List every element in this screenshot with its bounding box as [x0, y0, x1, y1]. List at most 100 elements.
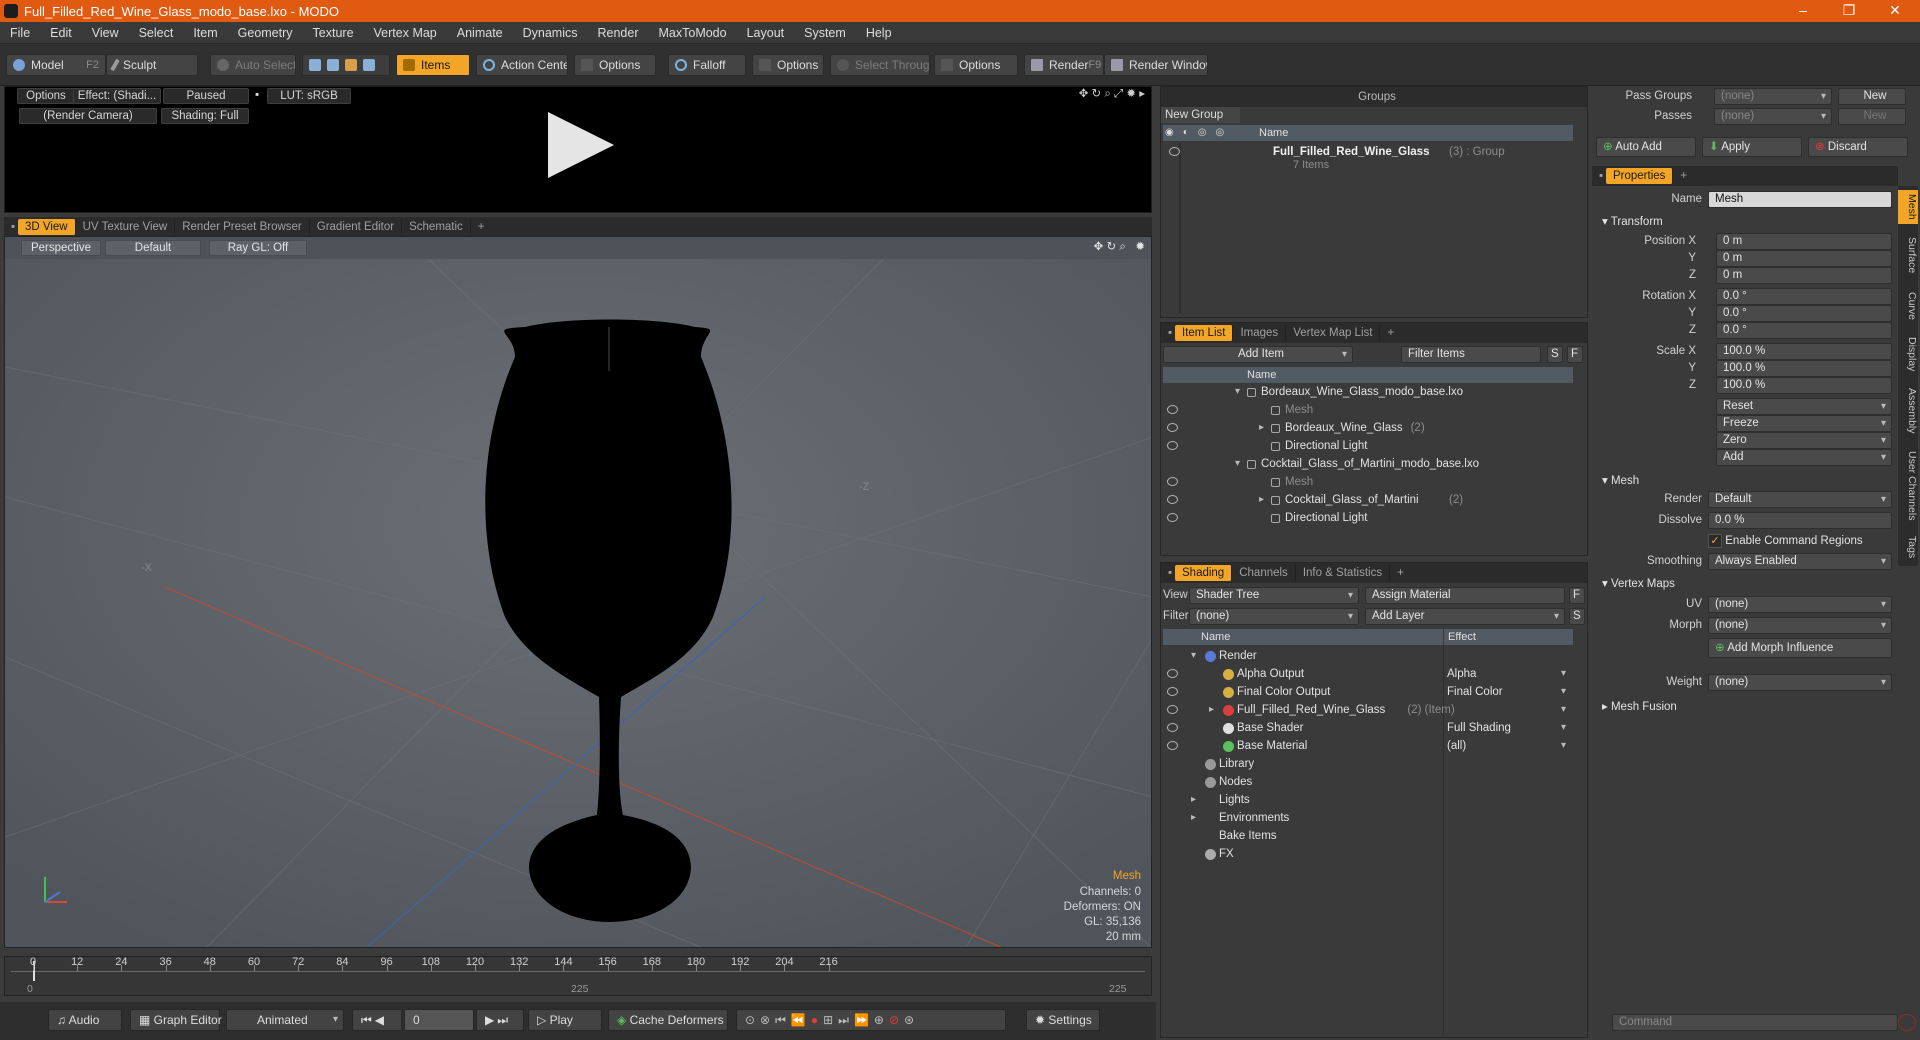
panel-menu-icon[interactable]: ▪: [1161, 565, 1175, 581]
visibility-eye-icon[interactable]: [1167, 669, 1178, 678]
vtab-tags[interactable]: Tags: [1898, 532, 1918, 562]
shader-tree-row[interactable]: Nodes: [1161, 773, 1571, 791]
expand-arrow-icon[interactable]: ▸: [1191, 809, 1196, 827]
menu-animate[interactable]: Animate: [447, 26, 513, 40]
add-layer-dropdown[interactable]: Add Layer: [1365, 608, 1565, 625]
menu-help[interactable]: Help: [856, 26, 902, 40]
tab-images[interactable]: Images: [1233, 325, 1287, 341]
tab-gradient-editor[interactable]: Gradient Editor: [310, 219, 403, 235]
assign-material-button[interactable]: Assign Material: [1365, 587, 1565, 604]
graph-editor-button[interactable]: ▦ Graph Editor: [130, 1009, 222, 1031]
play-icon[interactable]: [548, 112, 614, 178]
mesh-fusion-section[interactable]: ▸ Mesh Fusion: [1602, 699, 1677, 713]
weight-dropdown[interactable]: (none): [1708, 674, 1892, 691]
shader-tree-row[interactable]: ▸ Full_Filled_Red_Wine_Glass (2) (Item) ▾: [1161, 701, 1571, 719]
passes-dropdown[interactable]: (none): [1714, 108, 1832, 125]
auto-add-button[interactable]: ⊕ Auto Add: [1596, 137, 1696, 157]
visibility-eye-icon[interactable]: [1167, 405, 1178, 414]
close-button[interactable]: ✕: [1872, 0, 1918, 22]
item-list-row[interactable]: ▾ Cocktail_Glass_of_Martini_modo_base.lxo: [1161, 455, 1571, 473]
cache-deformers-button[interactable]: ◈ Cache Deformers: [608, 1009, 728, 1031]
dissolve-input[interactable]: 0.0 %: [1708, 512, 1892, 529]
shader-tree-row[interactable]: Final Color Output Final Color ▾: [1161, 683, 1571, 701]
sculpt-mode-button[interactable]: Sculpt: [106, 54, 198, 76]
select-through-button[interactable]: Select Through: [830, 54, 930, 76]
expand-arrow-icon[interactable]: ▸: [1259, 419, 1264, 437]
tab-render-preset-browser[interactable]: Render Preset Browser: [175, 219, 310, 235]
uv-dropdown[interactable]: (none): [1708, 596, 1892, 613]
render-camera-dropdown[interactable]: (Render Camera): [19, 108, 157, 124]
shading-f-button[interactable]: F: [1569, 587, 1585, 604]
audio-button[interactable]: ♫ Audio: [48, 1009, 122, 1031]
item-list-s-button[interactable]: S: [1547, 346, 1563, 363]
preview-options-button[interactable]: Options: [17, 88, 75, 104]
action-center-button[interactable]: Action Center: [476, 54, 568, 76]
item-list-row[interactable]: Mesh: [1161, 401, 1571, 419]
visibility-eye-icon[interactable]: [1169, 147, 1180, 156]
vtab-display[interactable]: Display: [1898, 330, 1918, 378]
effect-dropdown-arrow-icon[interactable]: ▾: [1561, 701, 1566, 719]
menu-layout[interactable]: Layout: [737, 26, 795, 40]
new-pass-button[interactable]: New: [1838, 108, 1906, 125]
lut-dropdown[interactable]: LUT: sRGB: [267, 88, 351, 104]
position-y-input[interactable]: 0 m: [1716, 250, 1892, 267]
panel-menu-icon[interactable]: ▪: [1161, 325, 1175, 341]
timeline[interactable]: 0 12 24 36 48 60 72 84 96 108 120 132 144 156 168 180 19…: [4, 956, 1152, 996]
preview-effect-dropdown[interactable]: Effect: (Shadi...: [73, 88, 161, 104]
item-list-row[interactable]: Mesh: [1161, 473, 1571, 491]
effect-dropdown-arrow-icon[interactable]: ▾: [1561, 719, 1566, 737]
shader-tree-row[interactable]: ▸ Environments: [1161, 809, 1571, 827]
vertices-mode-icon[interactable]: [309, 59, 321, 71]
item-list-row[interactable]: ▾ Bordeaux_Wine_Glass_modo_base.lxo: [1161, 383, 1571, 401]
tab-channels[interactable]: Channels: [1232, 565, 1296, 581]
visibility-eye-icon[interactable]: [1167, 723, 1178, 732]
tab-item-list[interactable]: Item List: [1175, 325, 1234, 341]
menu-item[interactable]: Item: [183, 26, 227, 40]
shader-tree-row[interactable]: ▸ Lights: [1161, 791, 1571, 809]
morph-dropdown[interactable]: (none): [1708, 617, 1892, 634]
rotation-y-input[interactable]: 0.0 °: [1716, 305, 1892, 322]
menu-edit[interactable]: Edit: [40, 26, 82, 40]
edges-mode-icon[interactable]: [327, 59, 339, 71]
vtab-assembly[interactable]: Assembly: [1898, 382, 1918, 440]
materials-mode-icon[interactable]: [363, 59, 375, 71]
shader-tree-row[interactable]: Bake Items: [1161, 827, 1571, 845]
transport-skip-forward-icons[interactable]: ▶⏭: [476, 1009, 524, 1031]
menu-maxtomodo[interactable]: MaxToModo: [649, 26, 737, 40]
expand-arrow-icon[interactable]: ▾: [1235, 383, 1240, 401]
add-tab-button[interactable]: +: [1673, 168, 1694, 184]
tab-3d-view[interactable]: 3D View: [18, 219, 76, 235]
raygl-toggle[interactable]: Ray GL: Off: [209, 240, 307, 256]
group-row[interactable]: Full_Filled_Red_Wine_Glass (3) : Group: [1163, 143, 1573, 161]
key-tools-icons[interactable]: ⊙⊗⏮⏪●⊞⏭⏩⊕⊘⊛: [736, 1009, 1006, 1031]
visibility-eye-icon[interactable]: [1167, 741, 1178, 750]
menu-system[interactable]: System: [794, 26, 856, 40]
restore-button[interactable]: ❐: [1826, 0, 1872, 22]
tab-vertex-map-list[interactable]: Vertex Map List: [1286, 325, 1381, 341]
menu-vertex-map[interactable]: Vertex Map: [364, 26, 447, 40]
falloff-options-button[interactable]: Options: [752, 54, 824, 76]
shading-dropdown[interactable]: Shading: Full: [161, 108, 249, 124]
preview-nav-icons[interactable]: ✥ ↻ ⌕ ⤢ ✹ ▸: [1035, 87, 1145, 103]
animated-dropdown[interactable]: Animated: [226, 1009, 344, 1031]
items-mode-button[interactable]: Items: [396, 54, 470, 76]
new-group-button[interactable]: New Group: [1161, 107, 1240, 123]
menu-render[interactable]: Render: [588, 26, 649, 40]
shading-s-button[interactable]: S: [1569, 608, 1585, 625]
vtab-surface[interactable]: Surface: [1898, 228, 1918, 282]
shader-view-dropdown[interactable]: Shader Tree: [1189, 587, 1359, 604]
panel-menu-icon[interactable]: ▪: [4, 219, 18, 235]
add-tab-button[interactable]: +: [471, 219, 492, 235]
viewport-nav-icons[interactable]: ✥ ↻ ⌕ ✹: [1045, 240, 1145, 256]
rotation-z-input[interactable]: 0.0 °: [1716, 322, 1892, 339]
action-center-options-button[interactable]: Options: [574, 54, 656, 76]
shader-tree-row[interactable]: Alpha Output Alpha ▾: [1161, 665, 1571, 683]
lock-icon[interactable]: ▪: [251, 88, 263, 104]
visibility-eye-icon[interactable]: [1167, 513, 1178, 522]
item-list-row[interactable]: Directional Light: [1161, 509, 1571, 527]
mesh-section[interactable]: ▾ Mesh: [1602, 473, 1639, 487]
play-button[interactable]: ▷ Play: [528, 1009, 602, 1031]
reset-dropdown[interactable]: Reset: [1716, 398, 1892, 415]
settings-button[interactable]: ✹ Settings: [1026, 1009, 1100, 1031]
command-input[interactable]: Command: [1612, 1014, 1898, 1031]
